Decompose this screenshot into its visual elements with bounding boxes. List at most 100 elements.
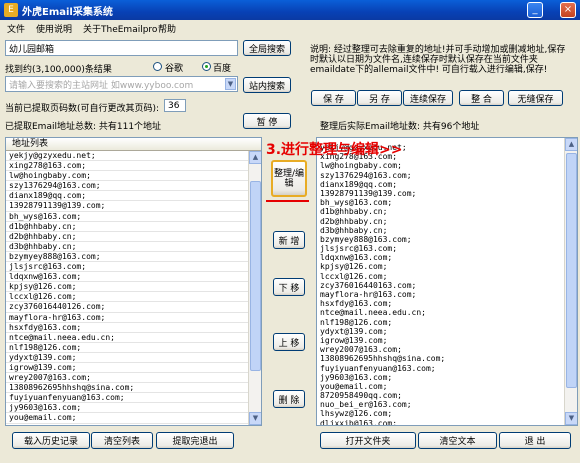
list-item[interactable]: fuyiyuanfenyuan@163.com; [317, 364, 577, 373]
list-item[interactable]: lw@hoingbaby.com; [317, 161, 577, 170]
list-item[interactable]: dianx189@qq.com; [6, 191, 261, 202]
list-item[interactable]: lccxl@126.com; [317, 272, 577, 281]
exit-button[interactable]: 退 出 [499, 432, 571, 449]
list-item[interactable]: 13808962695hhshq@sina.com; [317, 354, 577, 363]
open-folder-button[interactable]: 打开文件夹 [320, 432, 416, 449]
scroll-thumb[interactable] [250, 181, 261, 371]
list-item[interactable]: lw@hoingbaby.com; [6, 171, 261, 182]
menu-usage[interactable]: 使用说明 [36, 22, 72, 35]
save-as-button[interactable]: 另 存 [357, 90, 402, 106]
extract-exit-button[interactable]: 提取完退出 [156, 432, 234, 449]
scroll-thumb[interactable] [566, 153, 577, 388]
site-url-input[interactable]: 请输入要搜索的主站网址 如www.yyboo.com [5, 76, 238, 92]
list-item[interactable]: mayflora-hr@163.com; [6, 313, 261, 323]
list-item[interactable]: nlf198@126.com; [317, 318, 577, 327]
list-item[interactable]: 8720958490qq.com; [317, 391, 577, 400]
list-item[interactable]: d2b@hhbaby.cn; [317, 217, 577, 226]
list-item[interactable]: lccxl@126.com; [6, 292, 261, 303]
move-down-button[interactable]: 下 移 [273, 278, 305, 296]
right-scrollbar[interactable]: ▲ ▼ [564, 138, 577, 425]
minimize-icon[interactable]: _ [527, 2, 543, 18]
cleaned-text-area[interactable]: yekjy@gzyxedu.net; xing278@163.com; lw@hoi… [316, 137, 578, 426]
list-item[interactable]: bh_wys@163.com; [6, 212, 261, 222]
scroll-up-icon[interactable]: ▲ [249, 151, 261, 164]
dropdown-arrow-icon[interactable]: ▼ [225, 78, 236, 90]
cleaned-count: 整理后实际Email地址数: 共有96个地址 [320, 122, 480, 132]
list-item[interactable]: dljxxjb@163.com; [317, 419, 577, 425]
keyword-input[interactable]: 幼儿园邮箱 [5, 40, 238, 56]
close-icon[interactable]: × [560, 2, 576, 18]
list-item[interactable]: hsxfdy@163.com; [317, 299, 577, 308]
seamless-save-button[interactable]: 无缝保存 [508, 90, 563, 106]
list-item[interactable]: yekjy@gzyxedu.net; [6, 151, 261, 162]
list-item[interactable]: ydyxt@139.com; [317, 327, 577, 336]
list-item[interactable]: mayflora-hr@163.com; [317, 290, 577, 299]
list-item[interactable]: ldqxnw@163.com; [6, 272, 261, 283]
list-item[interactable]: you@email.com; [6, 413, 261, 424]
list-item[interactable]: zcy376016440126.com; [6, 302, 261, 313]
clear-list-button[interactable]: 清空列表 [91, 432, 153, 449]
continuous-save-button[interactable]: 连续保存 [403, 90, 453, 106]
pages-input[interactable]: 36 [164, 99, 186, 112]
address-list[interactable]: 地址列表 yekjy@gzyxedu.net; xing278@163.com; l… [5, 137, 262, 426]
list-item[interactable]: d1b@hhbaby.cn; [6, 222, 261, 232]
menu-about[interactable]: 关于TheEmailpro [83, 22, 157, 35]
list-item[interactable]: kpjsy@126.com; [6, 282, 261, 293]
list-item[interactable]: wrey2007@163.com; [6, 373, 261, 384]
list-item[interactable]: nuo_bei_er@163.com; [317, 400, 577, 409]
list-item[interactable]: szy1376294@163.com; [317, 171, 577, 180]
list-item[interactable]: xing278@163.com; [6, 161, 261, 172]
list-item[interactable]: you@email.com; [317, 382, 577, 391]
merge-button[interactable]: 整 合 [459, 90, 504, 106]
list-item[interactable]: d2b@hhbaby.cn; [6, 232, 261, 242]
list-item[interactable]: dianx189@qq.com; [317, 180, 577, 189]
menu-file[interactable]: 文件 [7, 22, 25, 35]
engine-baidu-radio[interactable] [202, 62, 211, 71]
list-item[interactable]: bzymyey888@163.com; [6, 252, 261, 263]
list-item[interactable]: igrow@139.com; [6, 363, 261, 374]
scroll-down-icon[interactable]: ▼ [249, 412, 261, 425]
global-search-button[interactable]: 全局搜索 [243, 40, 291, 56]
move-up-button[interactable]: 上 移 [273, 333, 305, 351]
list-item[interactable]: szy1376294@163.com; [6, 181, 261, 192]
list-item[interactable]: hsxfdy@163.com; [6, 323, 261, 333]
list-item[interactable]: ntce@mail.neea.edu.cn; [6, 333, 261, 343]
add-button[interactable]: 新 增 [273, 231, 305, 249]
list-item[interactable]: bzymyey888@163.com; [317, 235, 577, 244]
list-header: 地址列表 [6, 138, 261, 151]
site-search-button[interactable]: 站内搜索 [243, 77, 291, 93]
list-item[interactable]: ntce@mail.neea.edu.cn; [317, 308, 577, 317]
list-item[interactable]: kpjsy@126.com; [317, 262, 577, 271]
list-item[interactable]: jy9603@163.com; [317, 373, 577, 382]
list-item[interactable]: d3b@hhbaby.cn; [6, 242, 261, 252]
list-item[interactable]: igrow@139.com; [317, 336, 577, 345]
scroll-up-icon[interactable]: ▲ [565, 138, 577, 151]
left-scrollbar[interactable]: ▲ ▼ [248, 151, 261, 425]
list-item[interactable]: nlf198@126.com; [6, 343, 261, 353]
delete-button[interactable]: 删 除 [273, 390, 305, 408]
menu-help[interactable]: 帮助 [158, 22, 176, 35]
save-button[interactable]: 保 存 [311, 90, 356, 106]
list-item[interactable]: 13928791139@139.com; [317, 189, 577, 198]
pause-button[interactable]: 暂 停 [243, 113, 291, 129]
list-item[interactable]: ydyxt@139.com; [6, 353, 261, 363]
list-item[interactable]: zcy376016440163.com; [317, 281, 577, 290]
list-item[interactable]: ldqxnw@163.com; [317, 253, 577, 262]
engine-google-radio[interactable] [153, 62, 162, 71]
load-history-button[interactable]: 载入历史记录 [12, 432, 90, 449]
list-item[interactable]: d3b@hhbaby.cn; [317, 226, 577, 235]
list-item[interactable]: jy9603@163.com; [6, 403, 261, 414]
list-item[interactable]: bh_wys@163.com; [317, 198, 577, 207]
edit-button[interactable]: 整理/编辑 [271, 160, 307, 197]
list-item[interactable]: d1b@hhbaby.cn; [317, 207, 577, 216]
list-item[interactable]: wrey2007@163.com; [317, 345, 577, 354]
list-item[interactable]: jlsjsrc@163.com; [317, 244, 577, 253]
app-icon: E [4, 3, 18, 17]
list-item[interactable]: 13808962695hhshq@sina.com; [6, 383, 261, 394]
list-item[interactable]: lhsywz@126.com; [317, 409, 577, 418]
list-item[interactable]: jlsjsrc@163.com; [6, 262, 261, 273]
scroll-down-icon[interactable]: ▼ [565, 412, 577, 425]
clear-text-button[interactable]: 清空文本 [418, 432, 497, 449]
list-item[interactable]: 13928791139@139.com; [6, 201, 261, 212]
list-item[interactable]: fuyiyuanfenyuan@163.com; [6, 393, 261, 404]
